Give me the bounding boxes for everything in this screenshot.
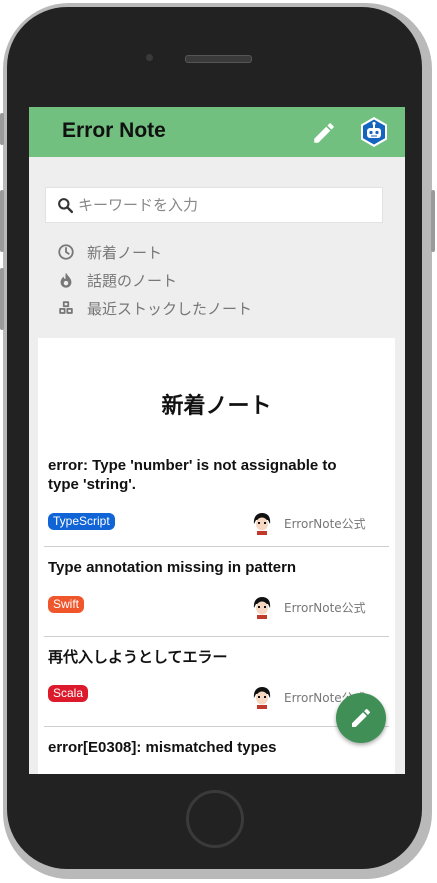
app-screen: Error Note キーワードを入力 新着ノート 話題のノート 最近ストックし…: [29, 107, 405, 774]
divider: [44, 546, 389, 547]
note-item[interactable]: error: Type 'number' is not assignable t…: [48, 456, 389, 544]
avatar: [249, 684, 275, 710]
menu-item-trending-notes[interactable]: 話題のノート: [57, 269, 177, 291]
edit-button[interactable]: [311, 120, 337, 146]
home-button[interactable]: [186, 790, 244, 848]
pencil-icon: [314, 123, 334, 143]
note-title[interactable]: error[E0308]: mismatched types: [48, 738, 368, 757]
volume-up-button: [0, 190, 4, 252]
section-title: 新着ノート: [161, 394, 272, 419]
menu-item-label: 最近ストックしたノート: [87, 299, 253, 318]
menu-item-label: 話題のノート: [87, 271, 178, 290]
author-name: ErrorNote公式: [284, 516, 366, 531]
robot-icon: [361, 117, 387, 147]
note-author[interactable]: ErrorNote公式: [249, 594, 366, 620]
search-input[interactable]: [78, 188, 378, 222]
pencil-icon: [352, 708, 371, 727]
volume-down-button: [0, 268, 4, 330]
bot-menu-button[interactable]: [358, 116, 390, 148]
language-tag[interactable]: TypeScript: [48, 513, 115, 530]
note-author[interactable]: ErrorNote公式: [249, 510, 366, 536]
app-header: Error Note: [29, 107, 405, 157]
avatar: [249, 594, 275, 620]
earpiece-speaker: [185, 55, 252, 63]
author-name: ErrorNote公式: [284, 600, 366, 615]
search-bar[interactable]: [45, 187, 383, 223]
language-tag[interactable]: Scala: [48, 685, 89, 702]
front-camera: [146, 54, 153, 61]
avatar: [249, 510, 275, 536]
clock-icon: [58, 244, 74, 260]
flame-icon: [60, 272, 72, 288]
note-title[interactable]: error: Type 'number' is not assignable t…: [48, 456, 368, 494]
note-item[interactable]: error[E0308]: mismatched types: [48, 738, 389, 774]
language-tag[interactable]: Swift: [48, 596, 85, 613]
note-item[interactable]: Type annotation missing in pattern Swift…: [48, 558, 389, 638]
search-icon: [58, 198, 74, 214]
divider: [44, 636, 389, 637]
menu-item-stocked-notes[interactable]: 最近ストックしたノート: [57, 297, 252, 319]
power-button: [431, 190, 435, 252]
app-title: Error Note: [62, 119, 166, 142]
cubes-icon: [59, 301, 73, 314]
note-title[interactable]: Type annotation missing in pattern: [48, 558, 368, 577]
new-note-fab-button[interactable]: [336, 693, 386, 743]
note-title[interactable]: 再代入しようとしてエラー: [48, 648, 368, 667]
menu-item-label: 新着ノート: [87, 243, 163, 262]
mute-switch: [0, 113, 4, 145]
menu-item-new-notes[interactable]: 新着ノート: [57, 241, 162, 263]
